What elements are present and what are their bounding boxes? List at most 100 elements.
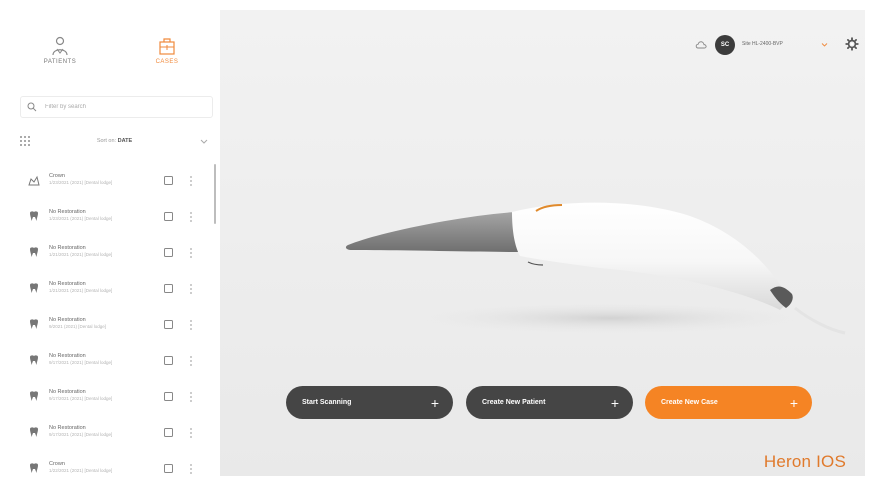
- grid-view-icon[interactable]: [20, 136, 30, 146]
- user-label[interactable]: Site HL-2400-BVP: [742, 41, 783, 47]
- plus-icon: +: [789, 394, 798, 411]
- case-title: Crown: [49, 173, 65, 179]
- gear-icon[interactable]: [845, 37, 859, 51]
- sort-value: DATE: [117, 138, 133, 144]
- case-text: No Restoration 9/2021 (2021) [Dental lod…: [49, 317, 159, 330]
- case-subtitle: 9/17/2021 (2021) [Dental lodge]: [49, 360, 113, 365]
- sidebar-scrollbar[interactable]: [214, 164, 216, 224]
- case-text: No Restoration 1/23/2021 (2021) [Dental …: [49, 209, 159, 222]
- search-input[interactable]: [45, 104, 205, 110]
- case-subtitle: 1/21/2021 (2021) [Dental lodge]: [49, 288, 113, 293]
- tooth-icon: [30, 319, 38, 329]
- tab-cases[interactable]: CASES: [137, 36, 197, 76]
- scanner-device-illustration: [345, 202, 846, 335]
- case-checkbox[interactable]: [164, 284, 173, 293]
- tooth-icon: [30, 427, 38, 437]
- list-item[interactable]: No Restoration 9/17/2021 (2021) [Dental …: [10, 342, 216, 378]
- patient-icon: [52, 36, 68, 56]
- tab-patients[interactable]: PATIENTS: [30, 36, 90, 76]
- start-scanning-label: Start Scanning: [302, 399, 352, 406]
- case-title: No Restoration: [49, 245, 86, 251]
- tooth-icon: [30, 211, 38, 221]
- chevron-down-icon[interactable]: [821, 41, 828, 48]
- case-checkbox[interactable]: [164, 356, 173, 365]
- tooth-icon: [30, 355, 38, 365]
- search-icon: [27, 102, 37, 112]
- list-item[interactable]: Crown 1/23/2021 (2021) [Dental lodge]: [10, 162, 216, 198]
- start-scanning-button[interactable]: Start Scanning +: [286, 386, 453, 419]
- case-text: Crown 1/22/2021 (2021) [Dental lodge]: [49, 461, 159, 474]
- sort-prefix: Sort on:: [96, 138, 117, 144]
- more-vertical-icon[interactable]: [189, 427, 193, 439]
- action-bar: Start Scanning + Create New Patient + Cr…: [286, 386, 816, 420]
- tooth-icon: [30, 463, 38, 473]
- main-panel: SC Site HL-2400-BVP Start Scanning + Cre…: [220, 10, 865, 476]
- case-title: No Restoration: [49, 425, 86, 431]
- case-list: Crown 1/23/2021 (2021) [Dental lodge] No…: [10, 162, 216, 476]
- tooth-icon: [30, 247, 38, 257]
- tooth-icon: [30, 391, 38, 401]
- case-checkbox[interactable]: [164, 464, 173, 473]
- case-subtitle: 1/22/2021 (2021) [Dental lodge]: [49, 468, 113, 473]
- case-subtitle: 9/2021 (2021) [Dental lodge]: [49, 324, 107, 329]
- case-checkbox[interactable]: [164, 176, 173, 185]
- case-title: No Restoration: [49, 353, 86, 359]
- case-subtitle: 1/21/2021 (2021) [Dental lodge]: [49, 252, 113, 257]
- case-subtitle: 1/23/2021 (2021) [Dental lodge]: [49, 180, 113, 185]
- sort-row: Sort on: DATE: [20, 131, 213, 151]
- case-subtitle: 9/17/2021 (2021) [Dental lodge]: [49, 396, 113, 401]
- case-checkbox[interactable]: [164, 212, 173, 221]
- more-vertical-icon[interactable]: [189, 247, 193, 259]
- cases-icon: [159, 38, 175, 55]
- case-title: No Restoration: [49, 209, 86, 215]
- case-text: No Restoration 9/17/2021 (2021) [Dental …: [49, 389, 159, 402]
- case-text: No Restoration 9/17/2021 (2021) [Dental …: [49, 425, 159, 438]
- create-case-button[interactable]: Create New Case +: [645, 386, 812, 419]
- more-vertical-icon[interactable]: [189, 391, 193, 403]
- list-item[interactable]: No Restoration 1/21/2021 (2021) [Dental …: [10, 270, 216, 306]
- case-subtitle: 1/23/2021 (2021) [Dental lodge]: [49, 216, 113, 221]
- case-text: No Restoration 1/21/2021 (2021) [Dental …: [49, 245, 159, 258]
- case-checkbox[interactable]: [164, 320, 173, 329]
- case-checkbox[interactable]: [164, 428, 173, 437]
- create-patient-label: Create New Patient: [482, 399, 546, 406]
- case-text: No Restoration 9/17/2021 (2021) [Dental …: [49, 353, 159, 366]
- list-item[interactable]: No Restoration 1/23/2021 (2021) [Dental …: [10, 198, 216, 234]
- list-item[interactable]: No Restoration 9/2021 (2021) [Dental lod…: [10, 306, 216, 342]
- case-title: Crown: [49, 461, 65, 467]
- avatar[interactable]: SC: [715, 35, 735, 55]
- crown-icon: [28, 175, 40, 186]
- case-checkbox[interactable]: [164, 392, 173, 401]
- case-text: Crown 1/23/2021 (2021) [Dental lodge]: [49, 173, 159, 186]
- case-checkbox[interactable]: [164, 248, 173, 257]
- more-vertical-icon[interactable]: [189, 319, 193, 331]
- plus-icon: +: [430, 394, 439, 411]
- more-vertical-icon[interactable]: [189, 355, 193, 367]
- mode-tabs: PATIENTS CASES: [10, 10, 216, 76]
- case-title: No Restoration: [49, 389, 86, 395]
- tooth-icon: [30, 283, 38, 293]
- tab-patients-label: PATIENTS: [43, 59, 77, 65]
- plus-icon: +: [610, 394, 619, 411]
- brand-logo: Heron IOS: [763, 452, 846, 471]
- sort-selector[interactable]: Sort on: DATE: [30, 138, 199, 144]
- more-vertical-icon[interactable]: [189, 175, 193, 187]
- create-patient-button[interactable]: Create New Patient +: [466, 386, 633, 419]
- case-title: No Restoration: [49, 281, 86, 287]
- search-box: [20, 96, 213, 118]
- more-vertical-icon[interactable]: [189, 283, 193, 295]
- list-item[interactable]: No Restoration 9/17/2021 (2021) [Dental …: [10, 414, 216, 450]
- create-case-label: Create New Case: [661, 399, 718, 406]
- case-title: No Restoration: [49, 317, 86, 323]
- cloud-icon[interactable]: [695, 40, 707, 49]
- more-vertical-icon[interactable]: [189, 211, 193, 223]
- tab-cases-label: CASES: [155, 59, 179, 65]
- sidebar: PATIENTS CASES Filter by search Sort on:…: [10, 10, 216, 476]
- list-item[interactable]: Crown 1/22/2021 (2021) [Dental lodge]: [10, 450, 216, 476]
- more-vertical-icon[interactable]: [189, 463, 193, 475]
- list-item[interactable]: No Restoration 1/21/2021 (2021) [Dental …: [10, 234, 216, 270]
- chevron-down-icon[interactable]: [199, 136, 209, 146]
- top-bar: SC Site HL-2400-BVP: [625, 10, 865, 66]
- case-subtitle: 9/17/2021 (2021) [Dental lodge]: [49, 432, 113, 437]
- list-item[interactable]: No Restoration 9/17/2021 (2021) [Dental …: [10, 378, 216, 414]
